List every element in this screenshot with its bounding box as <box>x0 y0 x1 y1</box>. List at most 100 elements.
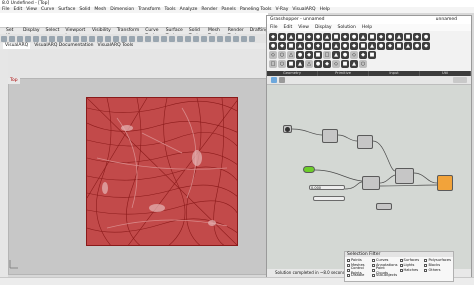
tool-icon[interactable] <box>113 35 119 42</box>
component-icon[interactable]: ◆ <box>314 42 322 50</box>
component-icon[interactable]: ■ <box>368 33 376 41</box>
filter-disable[interactable]: Disable <box>347 273 370 278</box>
checkbox[interactable] <box>371 259 375 262</box>
component-node[interactable] <box>362 176 380 190</box>
component-icon[interactable]: ▲ <box>368 42 376 50</box>
tool-icon[interactable] <box>121 35 127 42</box>
gh-menu-file[interactable]: File <box>270 24 278 31</box>
tool-icon[interactable] <box>73 35 79 42</box>
grasshopper-canvas[interactable]: 0.000 <box>267 85 471 269</box>
component-icon[interactable]: ● <box>386 33 394 41</box>
checkbox[interactable] <box>347 274 350 277</box>
tool-icon[interactable] <box>217 35 223 42</box>
checkbox[interactable] <box>399 259 403 262</box>
component-icon[interactable]: ● <box>305 42 313 50</box>
tool-icon[interactable] <box>185 35 191 42</box>
component-icon[interactable]: ◆ <box>413 33 421 41</box>
component-icon[interactable]: ■ <box>359 42 367 50</box>
component-icon[interactable]: ◇ <box>269 51 277 59</box>
component-icon[interactable]: ◆ <box>359 51 367 59</box>
component-icon[interactable]: ◆ <box>386 42 394 50</box>
checkbox[interactable] <box>424 264 428 267</box>
component-icon[interactable]: ■ <box>314 51 322 59</box>
component-icon[interactable]: ■ <box>395 42 403 50</box>
point-param-node[interactable] <box>283 125 292 133</box>
toggle-node[interactable] <box>303 166 315 173</box>
tool-icon[interactable] <box>89 35 95 42</box>
checkbox[interactable] <box>371 274 375 277</box>
tool-icon[interactable] <box>209 35 215 42</box>
tool-icon[interactable] <box>81 35 87 42</box>
tool-icon[interactable] <box>153 35 159 42</box>
command-history[interactable] <box>0 13 268 28</box>
filter-hatches[interactable]: Hatches <box>399 268 423 273</box>
component-icon[interactable]: ● <box>269 42 277 50</box>
menu-visualarq[interactable]: VisualARQ <box>292 7 315 13</box>
component-icon[interactable]: ■ <box>368 51 376 59</box>
tool-icon[interactable] <box>225 35 231 42</box>
canvas-options-icon[interactable] <box>453 77 467 83</box>
gh-menu-view[interactable]: View <box>298 24 309 31</box>
number-slider[interactable]: 0.000 <box>309 185 345 190</box>
tool-icon[interactable] <box>1 35 7 42</box>
component-icon[interactable]: ◆ <box>305 33 313 41</box>
tool-icon[interactable] <box>201 35 207 42</box>
checkbox[interactable] <box>424 259 428 262</box>
component-icon[interactable]: ▲ <box>395 33 403 41</box>
component-icon[interactable]: ◇ <box>332 60 340 68</box>
component-icon[interactable]: □ <box>269 60 277 68</box>
component-icon[interactable]: ● <box>350 33 358 41</box>
checkbox[interactable] <box>347 264 350 267</box>
component-icon[interactable]: ◆ <box>305 51 313 59</box>
tool-icon[interactable] <box>17 35 23 42</box>
checkbox[interactable] <box>347 269 350 272</box>
component-icon[interactable]: ● <box>377 42 385 50</box>
component-icon[interactable]: □ <box>323 51 331 59</box>
menu-vray[interactable]: V-Ray <box>275 7 288 13</box>
tool-icon[interactable] <box>177 35 183 42</box>
component-icon[interactable]: ▲ <box>332 42 340 50</box>
tool-icon[interactable] <box>9 35 15 42</box>
component-icon[interactable]: ◆ <box>422 42 430 50</box>
tool-icon[interactable] <box>57 35 63 42</box>
tool-icon[interactable] <box>169 35 175 42</box>
number-slider[interactable] <box>313 196 345 201</box>
component-icon[interactable]: ◆ <box>377 33 385 41</box>
menu-help[interactable]: Help <box>320 7 330 13</box>
component-icon[interactable]: ◆ <box>269 33 277 41</box>
component-icon[interactable]: ● <box>296 51 304 59</box>
tool-icon[interactable] <box>129 35 135 42</box>
component-icon[interactable]: ○ <box>278 51 286 59</box>
component-icon[interactable]: ● <box>278 33 286 41</box>
gh-menu-display[interactable]: Display <box>315 24 332 31</box>
component-icon[interactable]: △ <box>287 51 295 59</box>
component-icon[interactable]: ■ <box>287 60 295 68</box>
tool-icon[interactable] <box>241 35 247 42</box>
component-icon[interactable]: ◆ <box>341 33 349 41</box>
tool-icon[interactable] <box>65 35 71 42</box>
component-icon[interactable]: ■ <box>323 42 331 50</box>
filter-others[interactable]: Others <box>424 268 451 273</box>
component-icon[interactable]: ▲ <box>332 51 340 59</box>
component-node[interactable] <box>395 168 414 184</box>
component-icon[interactable]: ◆ <box>323 60 331 68</box>
component-icon[interactable]: ▲ <box>296 60 304 68</box>
tool-icon[interactable] <box>137 35 143 42</box>
component-icon[interactable]: ■ <box>404 33 412 41</box>
gh-menu-solution[interactable]: Solution <box>338 24 356 31</box>
component-icon[interactable]: ○ <box>278 60 286 68</box>
component-icon[interactable]: ○ <box>359 60 367 68</box>
tool-icon[interactable] <box>161 35 167 42</box>
zoom-icon[interactable] <box>271 77 277 83</box>
component-icon[interactable]: ■ <box>287 42 295 50</box>
component-icon[interactable]: ▲ <box>287 33 295 41</box>
component-icon[interactable]: ● <box>314 60 322 68</box>
component-node[interactable] <box>357 135 373 149</box>
tool-icon[interactable] <box>33 35 39 42</box>
tool-icon[interactable] <box>233 35 239 42</box>
checkbox[interactable] <box>347 259 350 262</box>
component-icon[interactable]: ◇ <box>350 51 358 59</box>
component-node[interactable] <box>322 129 338 143</box>
component-icon[interactable]: ▲ <box>323 33 331 41</box>
terrain-mesh[interactable] <box>86 97 238 246</box>
